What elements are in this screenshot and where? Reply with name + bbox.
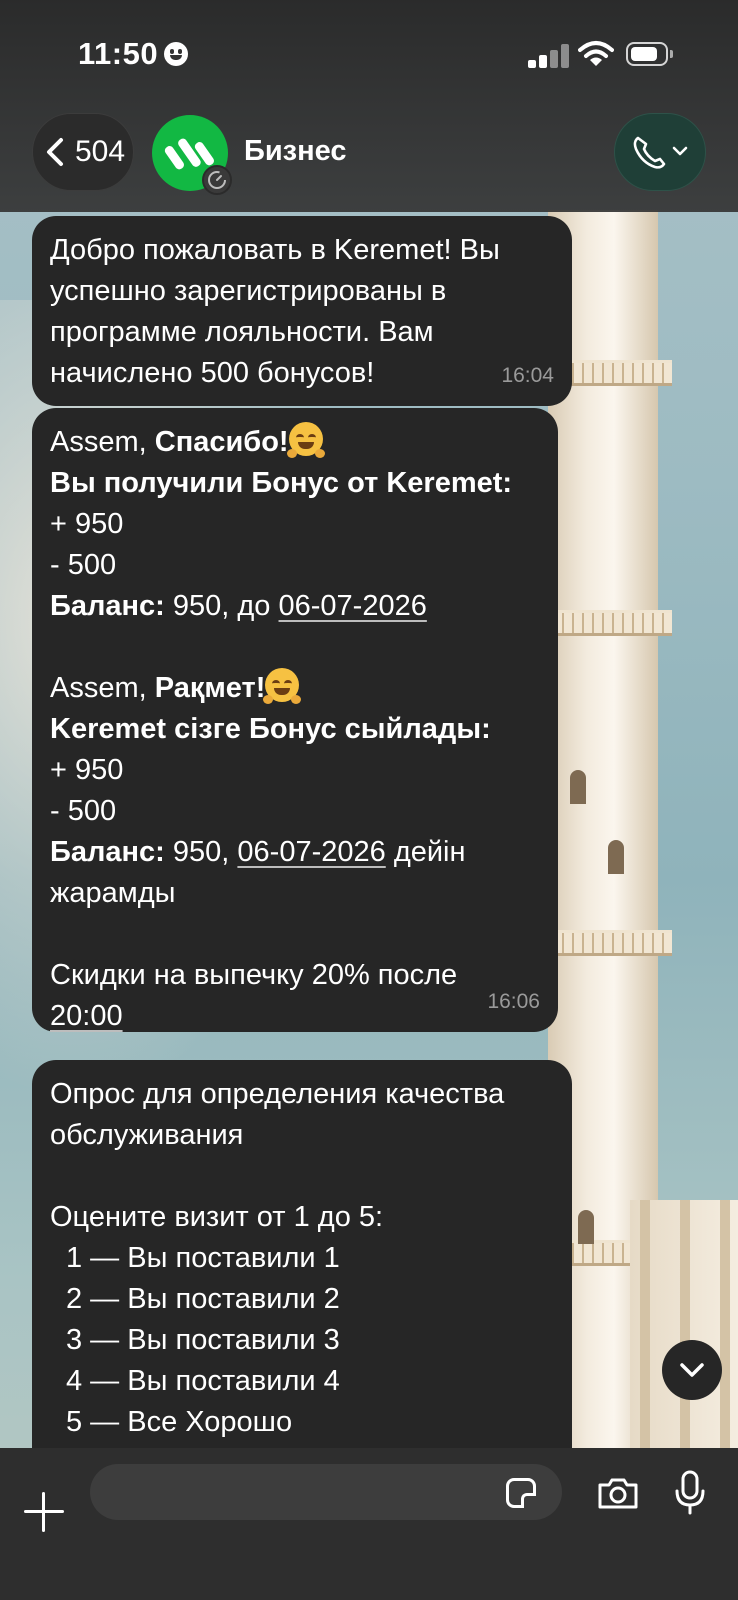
cellular-signal-icon (528, 44, 570, 68)
battery-icon (626, 42, 673, 66)
phone-icon (633, 136, 688, 169)
microphone-icon[interactable] (674, 1470, 706, 1521)
promo-time-link[interactable]: 20:00 (50, 1000, 123, 1032)
business-clock-icon (202, 165, 232, 195)
survey-title-line2: обслуживания (50, 1119, 244, 1151)
thanks-kz: Рақмет! (154, 672, 266, 704)
hugging-face-icon (286, 422, 325, 458)
status-time: 11:50 (78, 36, 159, 71)
survey-option: 4 — Вы поставили 4 (66, 1365, 340, 1397)
bonus-plus-ru: + 950 (50, 508, 124, 540)
chat-title[interactable]: Бизнес (244, 135, 346, 168)
sticker-icon[interactable] (506, 1478, 536, 1508)
hugging-face-icon (263, 668, 302, 704)
message-bubble[interactable]: Assem, Спасибо! Вы получили Бонус от Ker… (32, 408, 558, 1032)
greeting-line-kz: Assem, Рақмет! (50, 668, 540, 709)
message-bubble[interactable]: Опрос для определения качества обслужива… (32, 1060, 572, 1480)
balance-label: Баланс: (50, 836, 165, 868)
balance-line-ru: Баланс: 950, до 06-07-2026 (50, 586, 540, 627)
scroll-to-bottom-button[interactable] (662, 1340, 722, 1400)
attach-plus-icon[interactable] (24, 1492, 64, 1532)
expiry-date-link[interactable]: 06-07-2026 (279, 590, 427, 622)
survey-title-line1: Опрос для определения качества (50, 1078, 505, 1110)
valid-until-suffix: дейін (393, 836, 466, 868)
customer-name: Assem, (50, 672, 147, 704)
thanks-ru: Спасибо! (154, 426, 289, 458)
survey-option: 3 — Вы поставили 3 (66, 1324, 340, 1356)
survey-prompt: Оцените визит от 1 до 5: (50, 1201, 384, 1233)
promo-text: Скидки на выпечку 20% после (50, 959, 458, 991)
bonus-title-kz: Keremet сізге Бонус сыйлады: (50, 713, 491, 745)
message-input[interactable] (90, 1464, 562, 1520)
bonus-minus-ru: - 500 (50, 549, 117, 581)
bonus-title-ru: Вы получили Бонус от Keremet: (50, 467, 513, 499)
chevron-down-icon (680, 1363, 704, 1377)
bonus-minus-kz: - 500 (50, 795, 117, 827)
survey-option: 5 — Все Хорошо (66, 1406, 293, 1438)
chat-screen: 11:50 504 Бизнес Добро пожаловать в Kere… (0, 0, 738, 1600)
balance-label: Баланс: (50, 590, 165, 622)
balance-value: 950, до (172, 590, 271, 622)
message-input-bar (0, 1448, 738, 1600)
customer-name: Assem, (50, 426, 147, 458)
survey-option: 1 — Вы поставили 1 (66, 1242, 340, 1274)
balance-line-kz: Баланс: 950, 06-07-2026 дейін (50, 832, 540, 873)
message-text: Добро пожаловать в Keremet! Вы успешно з… (50, 234, 508, 389)
camera-icon[interactable] (596, 1476, 640, 1515)
survey-option: 2 — Вы поставили 2 (66, 1283, 340, 1315)
expiry-date-link[interactable]: 06-07-2026 (237, 836, 385, 868)
call-button[interactable] (614, 113, 706, 191)
focus-smiley-icon (164, 42, 188, 66)
message-timestamp: 16:04 (501, 364, 554, 387)
message-timestamp: 16:06 (487, 990, 540, 1013)
chevron-left-icon (47, 138, 63, 166)
chat-avatar[interactable] (152, 115, 232, 195)
unread-count: 504 (75, 135, 126, 168)
status-bar: 11:50 (0, 0, 738, 100)
message-bubble[interactable]: Добро пожаловать в Keremet! Вы успешно з… (32, 216, 572, 406)
message-list[interactable]: Добро пожаловать в Keremet! Вы успешно з… (0, 212, 738, 1480)
valid-line-kz: жарамды (50, 877, 176, 909)
greeting-line-ru: Assem, Спасибо! (50, 422, 540, 463)
bonus-plus-kz: + 950 (50, 754, 124, 786)
wifi-icon (578, 40, 614, 73)
back-button[interactable]: 504 (32, 113, 134, 191)
balance-value: 950, (172, 836, 230, 868)
